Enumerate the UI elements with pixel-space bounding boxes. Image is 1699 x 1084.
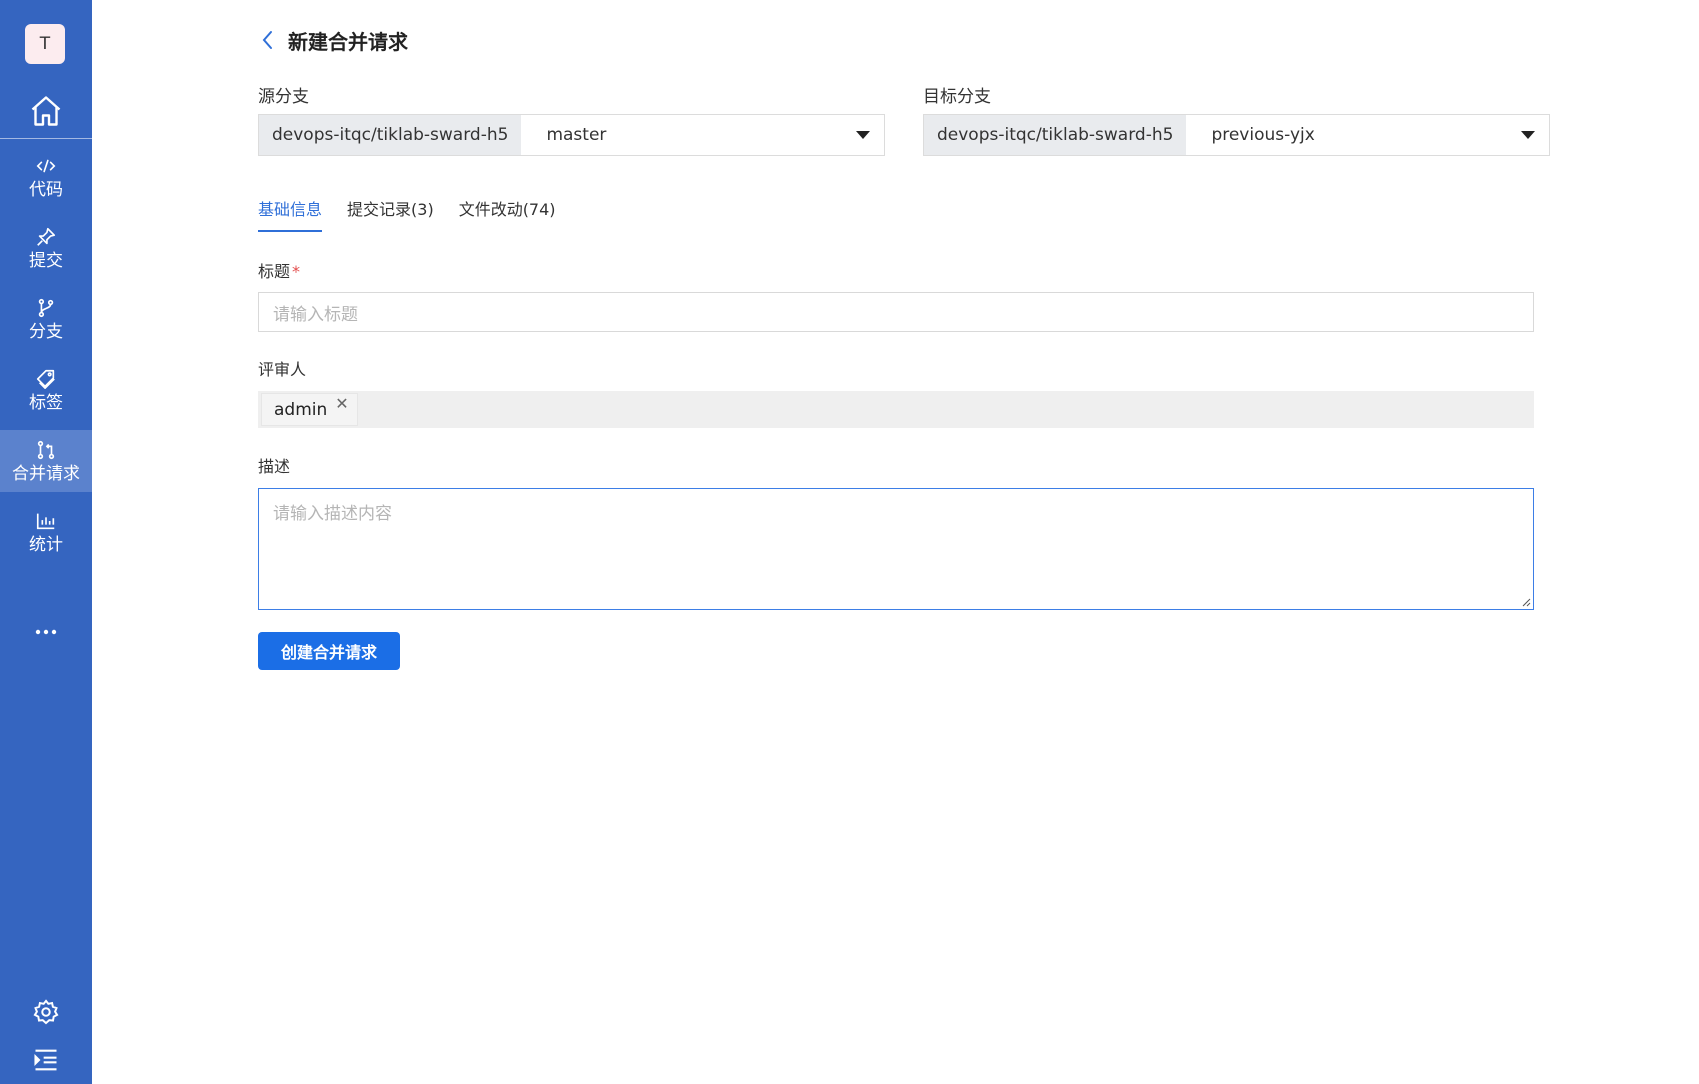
more-icon[interactable]	[30, 620, 62, 644]
avatar[interactable]: T	[25, 24, 65, 64]
title-label-text: 标题	[258, 262, 291, 281]
sidebar-item-label: 分支	[29, 321, 63, 342]
source-branch-label: 源分支	[258, 87, 309, 107]
home-icon[interactable]	[28, 93, 64, 129]
reviewer-select[interactable]: admin ✕	[258, 391, 1534, 428]
reviewer-tag: admin ✕	[261, 393, 358, 426]
tab-commits[interactable]: 提交记录(3)	[347, 196, 434, 232]
gear-icon[interactable]	[32, 998, 60, 1026]
target-branch-select[interactable]: devops-itqc/tiklab-sward-h5 previous-yjx	[923, 114, 1550, 156]
pin-icon	[37, 227, 56, 246]
merge-request-icon	[37, 440, 55, 459]
tag-icon	[36, 369, 55, 389]
required-mark: *	[292, 262, 301, 281]
caret-down-icon	[1521, 131, 1535, 139]
sidebar-item-branch[interactable]: 分支	[0, 288, 92, 350]
title-input[interactable]: 请输入标题	[258, 292, 1534, 332]
sidebar-item-merge-request[interactable]: 合并请求	[0, 430, 92, 492]
sidebar-item-label: 提交	[29, 250, 63, 271]
target-branch-label: 目标分支	[923, 87, 991, 107]
description-placeholder: 请输入描述内容	[273, 504, 392, 524]
sidebar-item-commit[interactable]: 提交	[0, 217, 92, 279]
reviewer-name: admin	[274, 399, 328, 420]
create-merge-request-button[interactable]: 创建合并请求	[258, 632, 400, 670]
sidebar-item-label: 标签	[29, 392, 63, 413]
sidebar-item-code[interactable]: 代码	[0, 146, 92, 208]
sidebar-item-tags[interactable]: 标签	[0, 359, 92, 421]
target-repo: devops-itqc/tiklab-sward-h5	[924, 115, 1187, 155]
code-icon	[36, 159, 56, 172]
source-branch-select[interactable]: devops-itqc/tiklab-sward-h5 master	[258, 114, 885, 156]
branch-icon	[38, 298, 54, 317]
caret-down-icon	[856, 131, 870, 139]
tab-file-changes[interactable]: 文件改动(74)	[459, 196, 556, 232]
target-branch-value[interactable]: previous-yjx	[1186, 115, 1549, 155]
tab-bar: 基础信息 提交记录(3) 文件改动(74)	[258, 196, 556, 232]
reviewer-label: 评审人	[258, 360, 307, 379]
chart-icon	[36, 513, 55, 529]
back-icon[interactable]	[258, 28, 278, 52]
sidebar-item-label: 合并请求	[12, 463, 80, 484]
title-placeholder: 请输入标题	[273, 304, 358, 325]
title-label: 标题 *	[258, 258, 300, 282]
source-branch-name: master	[546, 125, 607, 145]
target-branch-name: previous-yjx	[1211, 125, 1315, 145]
source-repo: devops-itqc/tiklab-sward-h5	[259, 115, 522, 155]
page-title: 新建合并请求	[288, 30, 408, 54]
menu-fold-icon[interactable]	[32, 1048, 60, 1072]
description-label: 描述	[258, 457, 291, 476]
close-icon[interactable]: ✕	[335, 394, 348, 413]
sidebar-item-label: 代码	[29, 179, 63, 200]
source-branch-value[interactable]: master	[521, 115, 884, 155]
sidebar: T 代码 提交 分支 标签 合并请求 统计	[0, 0, 92, 1084]
sidebar-divider	[0, 138, 92, 139]
sidebar-item-label: 统计	[29, 534, 63, 555]
tab-basic-info[interactable]: 基础信息	[258, 196, 323, 232]
sidebar-item-stats[interactable]: 统计	[0, 501, 92, 563]
description-textarea[interactable]: 请输入描述内容	[258, 488, 1534, 610]
resize-handle-icon[interactable]	[1521, 597, 1531, 607]
